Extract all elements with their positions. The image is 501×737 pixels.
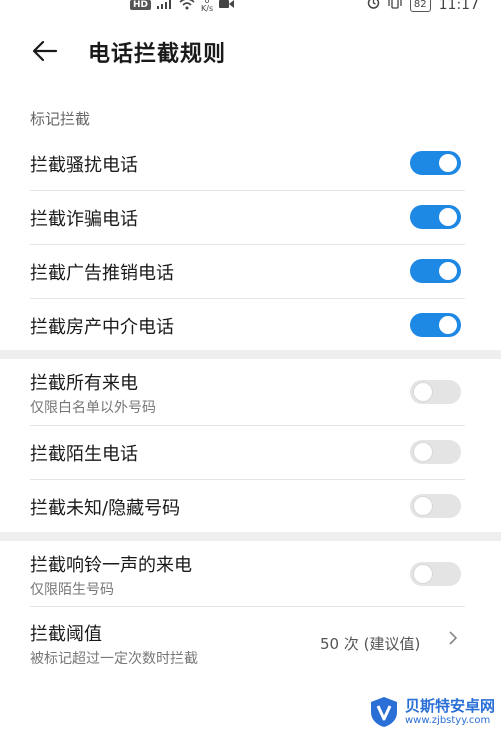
setting-row-strangers[interactable]: 拦截陌生电话: [0, 425, 501, 479]
section-label: 标记拦截: [30, 110, 91, 128]
setting-row-fraud[interactable]: 拦截诈骗电话: [0, 190, 501, 244]
switch-knob: [414, 383, 432, 401]
watermark-url: www.zjbstyy.com: [405, 715, 491, 726]
switch-knob: [414, 443, 432, 461]
threshold-value: 50 次 (建议值): [320, 635, 421, 653]
row-sublabel: 仅限白名单以外号码: [30, 400, 156, 416]
signal-icon: [157, 0, 173, 12]
row-label: 拦截诈骗电话: [30, 209, 138, 230]
alarm-icon: [367, 0, 380, 13]
watermark-logo: [367, 695, 401, 729]
switch-knob: [439, 154, 457, 172]
vibrate-icon: [388, 0, 402, 13]
setting-row-all-calls[interactable]: 拦截所有来电 仅限白名单以外号码: [0, 359, 501, 425]
toggle-switch[interactable]: [410, 259, 461, 283]
threshold-label: 拦截阈值: [30, 624, 102, 645]
row-label: 拦截未知/隐藏号码: [30, 498, 181, 519]
video-icon: [219, 0, 235, 12]
network-speed: 0 K/s: [201, 0, 213, 13]
toggle-switch[interactable]: [410, 562, 461, 586]
watermark: 贝斯特安卓网 www.zjbstyy.com: [367, 695, 495, 731]
watermark-title: 贝斯特安卓网: [405, 697, 496, 715]
toggle-switch[interactable]: [410, 151, 461, 175]
toggle-switch[interactable]: [410, 494, 461, 518]
hd-badge: HD: [130, 0, 152, 10]
setting-row-ads[interactable]: 拦截广告推销电话: [0, 244, 501, 298]
setting-row-one-ring[interactable]: 拦截响铃一声的来电 仅限陌生号码: [0, 541, 501, 606]
row-label: 拦截所有来电: [30, 373, 138, 394]
back-button[interactable]: [30, 36, 60, 66]
status-bar: HD 0 K/s 82 11:17: [0, 0, 501, 16]
arrow-left-icon: [30, 40, 60, 70]
battery-indicator: 82: [409, 0, 431, 12]
switch-knob: [414, 565, 432, 583]
row-label: 拦截房产中介电话: [30, 317, 174, 338]
setting-row-harassment[interactable]: 拦截骚扰电话: [0, 136, 501, 190]
toggle-switch[interactable]: [410, 380, 461, 404]
page-title: 电话拦截规则: [88, 42, 227, 67]
row-label: 拦截骚扰电话: [30, 155, 138, 176]
toggle-switch[interactable]: [410, 205, 461, 229]
status-left: HD 0 K/s: [130, 0, 235, 13]
toggle-switch[interactable]: [410, 313, 461, 337]
row-label: 拦截响铃一声的来电: [30, 555, 192, 576]
setting-row-unknown[interactable]: 拦截未知/隐藏号码: [0, 479, 501, 532]
switch-knob: [439, 262, 457, 280]
clock: 11:17: [438, 0, 479, 13]
chevron-right-icon: [448, 630, 458, 651]
status-right: 82 11:17: [367, 0, 479, 13]
row-sublabel: 仅限陌生号码: [30, 582, 114, 598]
section-gap: [0, 532, 501, 541]
switch-knob: [439, 316, 457, 334]
wifi-icon: [179, 0, 195, 13]
setting-row-real-estate[interactable]: 拦截房产中介电话: [0, 298, 501, 350]
threshold-sublabel: 被标记超过一定次数时拦截: [30, 651, 198, 667]
switch-knob: [439, 208, 457, 226]
threshold-row[interactable]: 拦截阈值 被标记超过一定次数时拦截 50 次 (建议值): [0, 606, 501, 676]
app-header: 电话拦截规则: [0, 30, 501, 78]
switch-knob: [414, 497, 432, 515]
network-speed-unit: K/s: [201, 4, 214, 13]
section-gap: [0, 350, 501, 359]
row-label: 拦截广告推销电话: [30, 263, 174, 284]
toggle-switch[interactable]: [410, 440, 461, 464]
row-label: 拦截陌生电话: [30, 444, 138, 465]
